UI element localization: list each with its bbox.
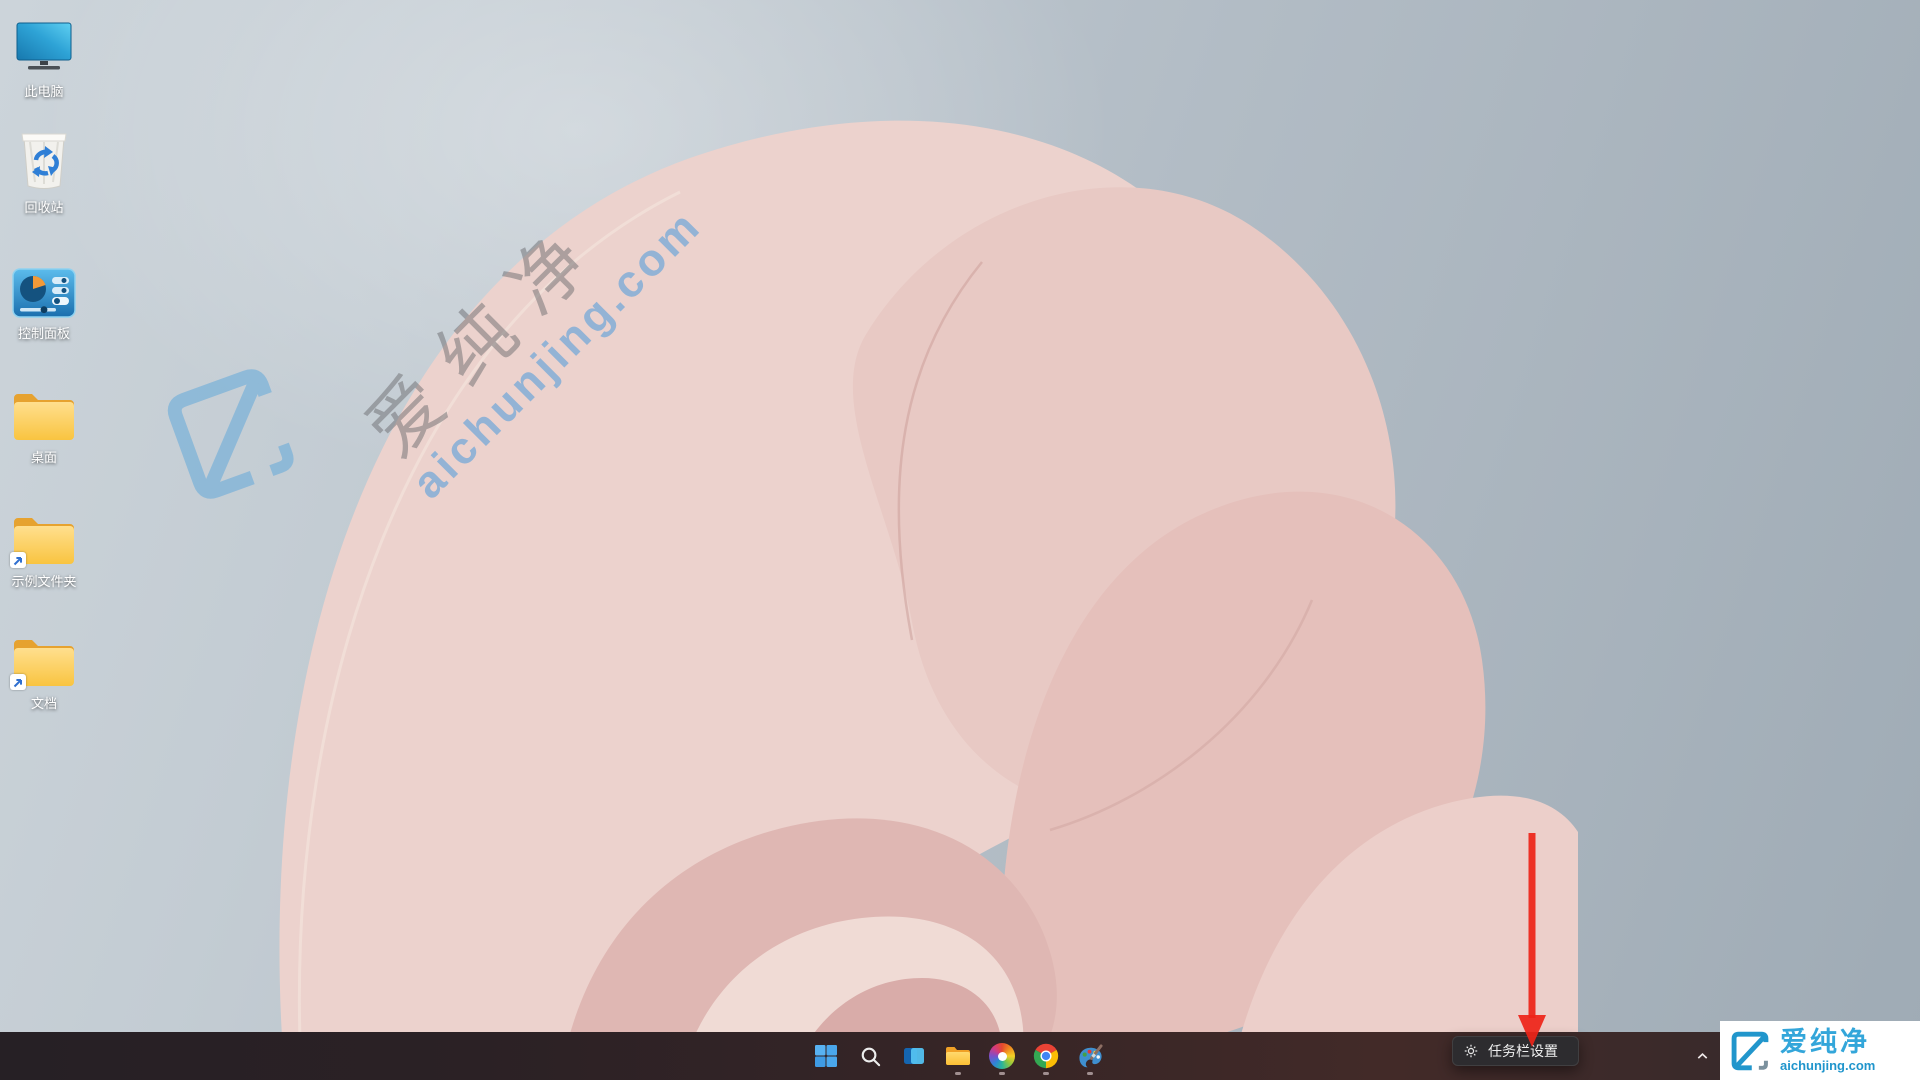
shortcut-arrow-icon [10, 552, 26, 568]
running-indicator [955, 1072, 961, 1075]
file-explorer-button[interactable] [938, 1036, 978, 1076]
brand-domain: aichunjing.com [1780, 1059, 1875, 1072]
search-button[interactable] [850, 1036, 890, 1076]
branding-plate: 爱纯净 aichunjing.com [1720, 1021, 1920, 1080]
wallpaper-bloom-flower [0, 0, 1920, 1080]
desktop-icon-control-panel[interactable]: 控制面板 [2, 252, 86, 342]
desktop-icon-this-pc[interactable]: 此电脑 [2, 10, 86, 100]
desktop-icon-desktop-folder[interactable]: 桌面 [2, 376, 86, 466]
brand-name-cn: 爱纯净 [1780, 1029, 1875, 1056]
shortcut-arrow-icon [10, 674, 26, 690]
chrome-icon [1033, 1043, 1059, 1069]
task-view-icon [902, 1044, 926, 1068]
gear-icon [1463, 1043, 1479, 1059]
desktop-icon-label: 控制面板 [18, 323, 70, 342]
recycle-bin-icon [15, 126, 73, 192]
chrome-button[interactable] [1026, 1036, 1066, 1076]
paint-button[interactable] [1070, 1036, 1110, 1076]
desktop-icon-recycle-bin[interactable]: 回收站 [2, 126, 86, 216]
folder-icon [12, 376, 76, 442]
desktop-icon-sample-folder[interactable]: 示例文件夹 [2, 500, 86, 590]
pinwheel-app-button[interactable] [982, 1036, 1022, 1076]
paint-palette-icon [1077, 1043, 1104, 1070]
pinwheel-app-icon [989, 1043, 1015, 1069]
desktop-icon-documents-folder[interactable]: 文档 [2, 622, 86, 712]
this-pc-icon [14, 10, 74, 76]
desktop-icon-label: 此电脑 [24, 81, 63, 100]
task-view-button[interactable] [894, 1036, 934, 1076]
desktop-icon-label: 示例文件夹 [11, 571, 76, 590]
running-indicator [1043, 1072, 1049, 1075]
taskbar-center-icons [806, 1036, 1110, 1076]
folder-icon [12, 622, 76, 688]
taskbar-context-menu[interactable]: 任务栏设置 [1452, 1036, 1579, 1066]
control-panel-icon [12, 252, 76, 318]
running-indicator [1087, 1072, 1093, 1075]
chevron-up-icon [1695, 1049, 1710, 1064]
desktop-icon-label: 回收站 [24, 197, 63, 216]
folder-icon [12, 500, 76, 566]
desktop-icon-label: 文档 [31, 693, 57, 712]
start-button[interactable] [806, 1036, 846, 1076]
file-explorer-icon [945, 1045, 971, 1067]
windows-start-icon [814, 1044, 838, 1068]
running-indicator [999, 1072, 1005, 1075]
taskbar-settings-menu-item[interactable]: 任务栏设置 [1488, 1041, 1558, 1061]
tray-chevron-button[interactable] [1690, 1044, 1714, 1068]
brand-bracket-logo [1727, 1028, 1773, 1074]
search-icon [859, 1045, 882, 1068]
desktop-icon-label: 桌面 [31, 447, 57, 466]
